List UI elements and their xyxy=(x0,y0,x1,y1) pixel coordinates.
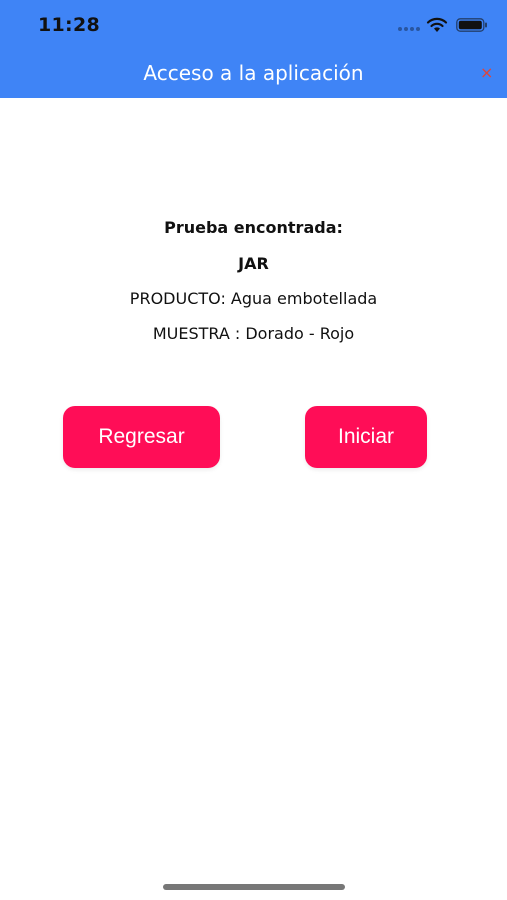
back-button[interactable]: Regresar xyxy=(63,406,220,468)
start-button[interactable]: Iniciar xyxy=(305,406,427,468)
test-code: JAR xyxy=(238,254,269,273)
wifi-icon xyxy=(426,17,448,32)
signal-dots-icon xyxy=(398,27,420,31)
start-button-label: Iniciar xyxy=(337,425,395,448)
back-button-label: Regresar xyxy=(98,425,185,448)
status-time: 11:28 xyxy=(38,14,100,36)
test-found-heading: Prueba encontrada: xyxy=(164,218,343,237)
battery-icon xyxy=(456,18,487,32)
app-header: 11:28 Acceso a la aplicación × xyxy=(0,0,507,98)
home-indicator[interactable] xyxy=(163,884,345,890)
page-title: Acceso a la aplicación xyxy=(143,61,364,85)
close-icon[interactable]: × xyxy=(480,65,494,81)
sample-label: MUESTRA : Dorado - Rojo xyxy=(152,324,355,343)
product-label: PRODUCTO: Agua embotellada xyxy=(129,289,378,308)
